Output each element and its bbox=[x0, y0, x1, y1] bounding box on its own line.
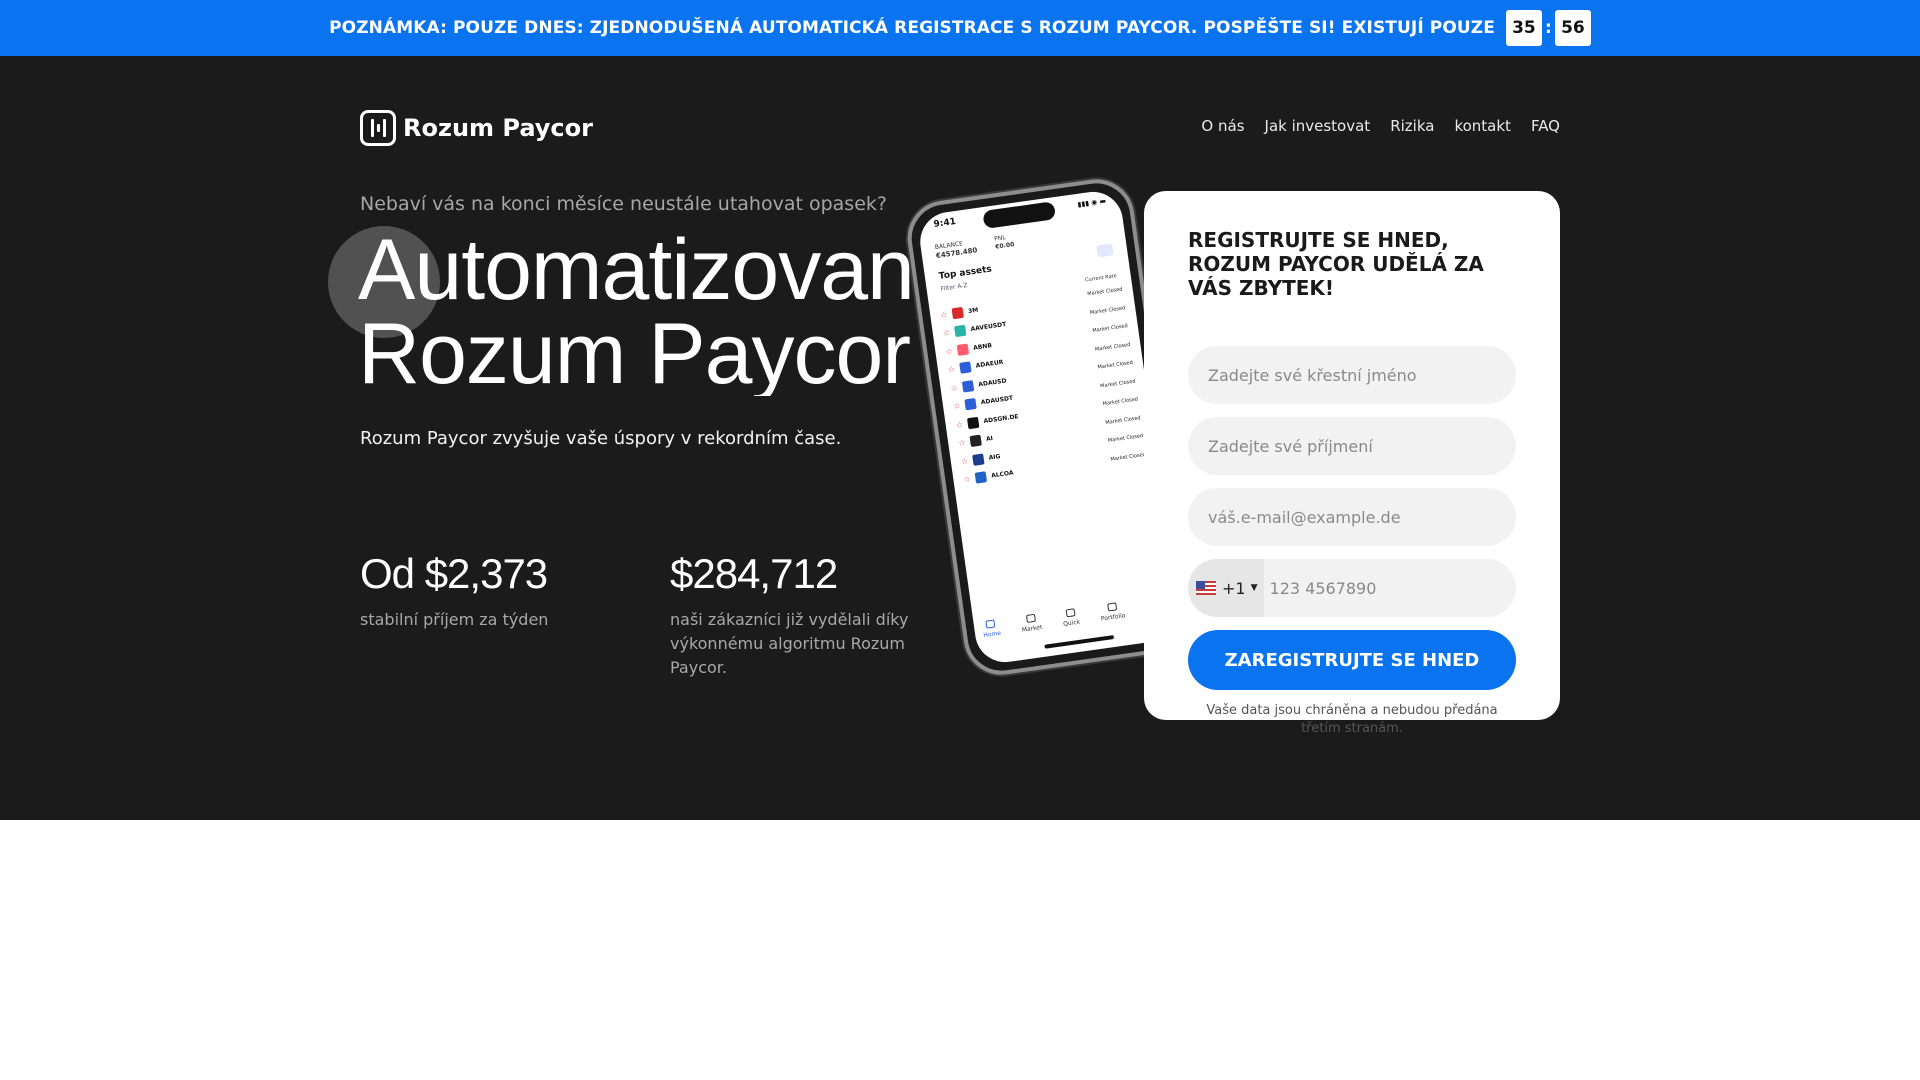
asset-status: Market Closed bbox=[1107, 433, 1144, 445]
nav-link-about[interactable]: O nás bbox=[1201, 117, 1244, 135]
tab-icon bbox=[1106, 602, 1117, 612]
asset-logo-icon bbox=[954, 324, 967, 338]
stat-value: Od $2,373 bbox=[360, 550, 548, 597]
phone-filter: Filter A-Z bbox=[940, 281, 969, 293]
brand-name: Rozum Paycor bbox=[403, 114, 593, 142]
phone-tab-portfolio[interactable]: Portfolio bbox=[1099, 601, 1126, 623]
chevron-down-icon: ▼ bbox=[1250, 583, 1258, 593]
asset-status: Market Closed bbox=[1097, 359, 1134, 371]
phone-tab-bar: HomeMarketQuickPortfolioPosition bbox=[981, 595, 1170, 639]
stat-value: $284,712 bbox=[670, 550, 838, 597]
phone-tab-home[interactable]: Home bbox=[981, 619, 1001, 639]
phone-section-title: Top assets bbox=[938, 264, 993, 282]
asset-status: Market Closed bbox=[1089, 305, 1126, 316]
asset-logo-icon bbox=[972, 453, 985, 466]
asset-status: Market Closed bbox=[1086, 286, 1124, 298]
asset-logo-icon bbox=[974, 471, 988, 484]
country-code-select[interactable]: +1 ▼ bbox=[1188, 559, 1264, 617]
phone-home-indicator bbox=[1044, 635, 1115, 649]
main-nav: O nás Jak investovat Rizika kontakt FAQ bbox=[1201, 117, 1560, 135]
phone-notch bbox=[982, 201, 1057, 230]
banner-text: POZNÁMKA: POUZE DNES: ZJEDNODUŠENÁ AUTOM… bbox=[329, 18, 1495, 38]
asset-status: Market Closed bbox=[1104, 414, 1142, 426]
timer-minutes: 35 bbox=[1505, 10, 1542, 46]
signal-battery-icon: ▮▮▮ ◉ ▬ bbox=[1077, 196, 1107, 209]
stat-weekly-income: Od $2,373 stabilní příjem za týden bbox=[360, 550, 600, 632]
phone-field-group: +1 ▼ bbox=[1188, 559, 1516, 617]
tab-label: Home bbox=[982, 629, 1002, 640]
us-flag-icon bbox=[1196, 581, 1216, 595]
headline-line-1: Automatizovaný bbox=[358, 228, 918, 312]
timer-seconds: 56 bbox=[1554, 10, 1591, 46]
registration-card: REGISTRUJTE SE HNED, ROZUM PAYCOR UDĚLÁ … bbox=[1144, 191, 1560, 736]
asset-logo-icon bbox=[964, 398, 977, 411]
headline-line-2: Rozum Paycor bbox=[358, 312, 911, 396]
countdown-timer: 35 : 56 bbox=[1505, 10, 1591, 46]
timer-separator: : bbox=[1545, 18, 1552, 38]
asset-status: Market Closed bbox=[1094, 341, 1131, 353]
last-name-field[interactable] bbox=[1188, 417, 1516, 475]
phone-asset-list: ☆ 3M Market Closed ☆ AAVEUSDT Market Closed ☆ A… bbox=[939, 281, 1147, 490]
register-button[interactable]: ZAREGISTRUJTE SE HNED bbox=[1188, 630, 1516, 690]
hero-tagline: Nebaví vás na konci měsíce neustále utah… bbox=[360, 193, 887, 215]
logo-icon bbox=[360, 110, 396, 146]
email-field[interactable] bbox=[1188, 488, 1516, 546]
asset-logo-icon bbox=[969, 434, 982, 448]
phone-screen: 9:41 ▮▮▮ ◉ ▬ BALANCE €4578.480 PNL €0.00… bbox=[916, 188, 1182, 666]
phone-number-field[interactable] bbox=[1263, 559, 1516, 617]
phone-balance: BALANCE €4578.480 bbox=[934, 238, 978, 261]
hero-headline: Automatizovaný Rozum Paycor bbox=[358, 228, 918, 396]
stat-total-earned: $284,712 naši zákazníci již vydělali dík… bbox=[670, 550, 910, 680]
promo-banner: POZNÁMKA: POUZE DNES: ZJEDNODUŠENÁ AUTOM… bbox=[0, 0, 1920, 56]
country-code: +1 bbox=[1222, 578, 1246, 598]
tab-icon bbox=[985, 619, 996, 629]
nav-link-how-to-invest[interactable]: Jak investovat bbox=[1265, 117, 1371, 135]
stat-label: stabilní příjem za týden bbox=[360, 610, 549, 629]
tab-label: Quick bbox=[1062, 618, 1081, 628]
phone-pnl: PNL €0.00 bbox=[994, 233, 1015, 251]
asset-logo-icon bbox=[956, 343, 970, 356]
folder-icon bbox=[1096, 243, 1114, 258]
asset-logo-icon bbox=[959, 361, 972, 375]
brand-logo[interactable]: Rozum Paycor bbox=[360, 108, 593, 148]
asset-status: Market Closed bbox=[1092, 323, 1129, 335]
tab-icon bbox=[1025, 613, 1036, 624]
first-name-field[interactable] bbox=[1188, 346, 1516, 404]
tab-label: Market bbox=[1021, 623, 1043, 634]
phone-time: 9:41 bbox=[933, 217, 957, 231]
nav-link-contact[interactable]: kontakt bbox=[1454, 117, 1510, 135]
form-title: REGISTRUJTE SE HNED, ROZUM PAYCOR UDĚLÁ … bbox=[1188, 228, 1484, 300]
nav-link-risks[interactable]: Rizika bbox=[1390, 117, 1434, 135]
hero-section: Rozum Paycor O nás Jak investovat Rizika… bbox=[0, 56, 1920, 820]
stat-label: naši zákazníci již vydělali díky výkonné… bbox=[670, 610, 909, 677]
tab-icon bbox=[1065, 608, 1076, 618]
phone-tab-market[interactable]: Market bbox=[1020, 613, 1043, 634]
asset-logo-icon bbox=[951, 306, 964, 320]
tab-label: Portfolio bbox=[1100, 612, 1126, 623]
asset-logo-icon bbox=[961, 379, 975, 393]
phone-tab-quick[interactable]: Quick bbox=[1061, 608, 1081, 628]
asset-status: Market Closed bbox=[1102, 396, 1139, 408]
pnl-value: €0.00 bbox=[994, 241, 1015, 251]
privacy-note: Vaše data jsou chráněna a nebudou předán… bbox=[1206, 703, 1498, 736]
hero-subline: Rozum Paycor zvyšuje vaše úspory v rekor… bbox=[360, 428, 842, 449]
asset-status: Market Closed bbox=[1110, 451, 1147, 463]
nav-link-faq[interactable]: FAQ bbox=[1531, 117, 1560, 135]
asset-logo-icon bbox=[966, 416, 980, 429]
asset-status: Market Closed bbox=[1099, 378, 1136, 390]
